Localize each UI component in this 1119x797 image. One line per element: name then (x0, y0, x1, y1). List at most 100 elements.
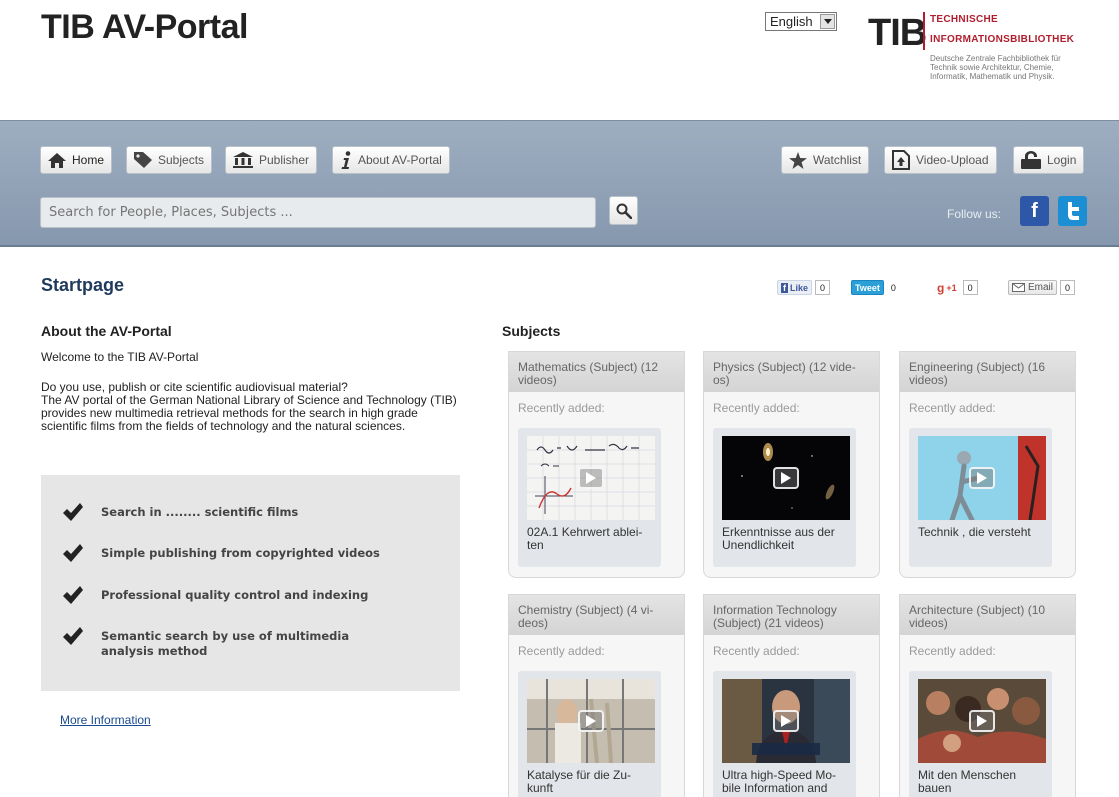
google-plus-widget[interactable]: g +1 0 (934, 279, 978, 296)
video-title[interactable]: Technik , die versteht (918, 526, 1048, 539)
watchlist-label: Watchlist (813, 153, 862, 167)
tweet-count: 0 (890, 282, 896, 293)
nav-subjects-label: Subjects (158, 153, 205, 167)
subject-card-physics[interactable]: Physics (Subject) (12 vide-os) Recently … (703, 351, 880, 578)
page-title: Startpage (41, 275, 125, 295)
video-thumbnail[interactable] (722, 679, 850, 763)
email-count: 0 (1060, 280, 1076, 295)
subject-title[interactable]: Architecture (Subject) (10 videos) (900, 595, 1075, 635)
nav-subjects-button[interactable]: Subjects (126, 146, 213, 174)
search-icon (616, 203, 632, 219)
video-thumbnail[interactable] (527, 679, 655, 763)
envelope-icon (1012, 283, 1025, 292)
feature-text: Professional quality control and indexin… (101, 588, 369, 602)
feature-item: Search in ........ scientific films (63, 503, 443, 521)
subject-card-chemistry[interactable]: Chemistry (Subject) (4 vi-deos) Recently… (508, 594, 685, 797)
video-thumbnail[interactable] (722, 436, 850, 520)
video-title[interactable]: Mit den Menschen bauen (918, 769, 1048, 795)
subject-card-mathematics[interactable]: Mathematics (Subject) (12 videos) Recent… (508, 351, 685, 578)
facebook-like-widget[interactable]: f Like 0 (777, 279, 831, 296)
login-label: Login (1047, 153, 1077, 167)
home-icon (48, 152, 66, 168)
subject-title[interactable]: Engineering (Subject) (16 videos) (900, 352, 1075, 392)
login-button[interactable]: Login (1013, 146, 1085, 174)
video-teaser[interactable]: Erkenntnisse aus der Unendlichkeit (713, 428, 856, 567)
tag-icon (134, 152, 152, 168)
video-thumbnail[interactable] (918, 436, 1046, 520)
subject-card-engineering[interactable]: Engineering (Subject) (16 videos) Recent… (899, 351, 1076, 578)
email-label: Email (1028, 282, 1054, 293)
video-upload-label: Video-Upload (916, 153, 989, 167)
video-teaser[interactable]: Katalyse für die Zu-kunft (518, 671, 661, 797)
building-icon (233, 152, 253, 168)
logo-subtitle: Deutsche Zentrale Fachbibliothek für Tec… (930, 54, 1061, 81)
video-teaser[interactable]: Mit den Menschen bauen (909, 671, 1052, 797)
facebook-icon[interactable]: f (1020, 196, 1049, 226)
tib-logo[interactable]: TIB Technische Informationsbibliothek De… (868, 10, 1083, 90)
play-icon[interactable] (969, 467, 995, 489)
video-teaser[interactable]: Technik , die versteht (909, 428, 1052, 567)
welcome-text: Welcome to the TIB AV-Portal (41, 350, 199, 364)
nav-about-label: About AV-Portal (358, 153, 442, 167)
subject-card-information-technology[interactable]: Information Technology (Subject) (21 vid… (703, 594, 880, 797)
feature-item: Simple publishing from copyrighted video… (63, 544, 443, 562)
video-title[interactable]: Ultra high-Speed Mo-bile Information and (722, 769, 852, 795)
logo-name-line2: Informationsbibliothek (930, 34, 1075, 45)
play-icon[interactable] (773, 467, 799, 489)
video-thumbnail[interactable] (918, 679, 1046, 763)
watchlist-button[interactable]: Watchlist (781, 146, 870, 174)
search-button[interactable] (609, 196, 638, 225)
chevron-down-icon[interactable] (820, 14, 835, 29)
tweet-widget[interactable]: Tweet 0 (851, 279, 900, 296)
nav-about-button[interactable]: About AV-Portal (332, 146, 450, 174)
subject-title[interactable]: Chemistry (Subject) (4 vi-deos) (509, 595, 684, 635)
recently-added-label: Recently added: (909, 644, 996, 658)
email-share-widget[interactable]: Email 0 (1008, 279, 1076, 296)
about-heading: About the AV-Portal (41, 323, 172, 339)
checkmark-icon (63, 627, 83, 645)
video-thumbnail[interactable] (527, 436, 655, 520)
like-count: 0 (815, 280, 831, 295)
nav-home-label: Home (72, 153, 105, 167)
more-information-link[interactable]: More Information (60, 713, 151, 727)
feature-text: Simple publishing from copyrighted video… (101, 546, 380, 560)
video-title[interactable]: Katalyse für die Zu-kunft (527, 769, 657, 795)
nav-home-button[interactable]: Home (40, 146, 113, 174)
recently-added-label: Recently added: (713, 644, 800, 658)
feature-text: Search in ........ scientific films (101, 505, 299, 519)
feature-item: Professional quality control and indexin… (63, 586, 443, 604)
subjects-heading: Subjects (502, 323, 561, 339)
play-icon[interactable] (578, 710, 604, 732)
checkmark-icon (63, 503, 83, 521)
recently-added-label: Recently added: (518, 644, 605, 658)
recently-added-label: Recently added: (713, 401, 800, 415)
feature-item: Semantic search by use of multimedia ana… (63, 627, 393, 659)
play-icon[interactable] (773, 710, 799, 732)
recently-added-label: Recently added: (518, 401, 605, 415)
search-input[interactable] (40, 197, 596, 228)
subject-title[interactable]: Mathematics (Subject) (12 videos) (509, 352, 684, 392)
site-title[interactable]: TIB AV-Portal (41, 8, 248, 47)
subject-card-architecture[interactable]: Architecture (Subject) (10 videos) Recen… (899, 594, 1076, 797)
play-icon[interactable] (969, 710, 995, 732)
navigation-bar: Home Subjects Publisher About AV-Portal … (0, 120, 1119, 247)
intro-text: Do you use, publish or cite scientific a… (41, 381, 461, 433)
video-teaser[interactable]: 02A.1 Kehrwert ablei-ten (518, 428, 661, 567)
language-select[interactable]: English (765, 12, 837, 31)
gplus-label: +1 (946, 282, 957, 293)
features-box: Search in ........ scientific films Simp… (41, 475, 460, 691)
nav-publisher-label: Publisher (259, 153, 310, 167)
video-title[interactable]: 02A.1 Kehrwert ablei-ten (527, 526, 657, 552)
gplus-count: 0 (962, 280, 978, 295)
logo-abbr: TIB (868, 12, 927, 54)
twitter-icon[interactable] (1058, 196, 1087, 226)
nav-publisher-button[interactable]: Publisher (225, 146, 318, 174)
subject-title[interactable]: Information Technology (Subject) (21 vid… (704, 595, 879, 635)
video-title[interactable]: Erkenntnisse aus der Unendlichkeit (722, 526, 852, 552)
video-upload-button[interactable]: Video-Upload (884, 146, 997, 174)
play-icon[interactable] (578, 467, 604, 489)
feature-text: Semantic search by use of multimedia ana… (101, 629, 350, 658)
checkmark-icon (63, 544, 83, 562)
video-teaser[interactable]: Ultra high-Speed Mo-bile Information and (713, 671, 856, 797)
subject-title[interactable]: Physics (Subject) (12 vide-os) (704, 352, 879, 392)
